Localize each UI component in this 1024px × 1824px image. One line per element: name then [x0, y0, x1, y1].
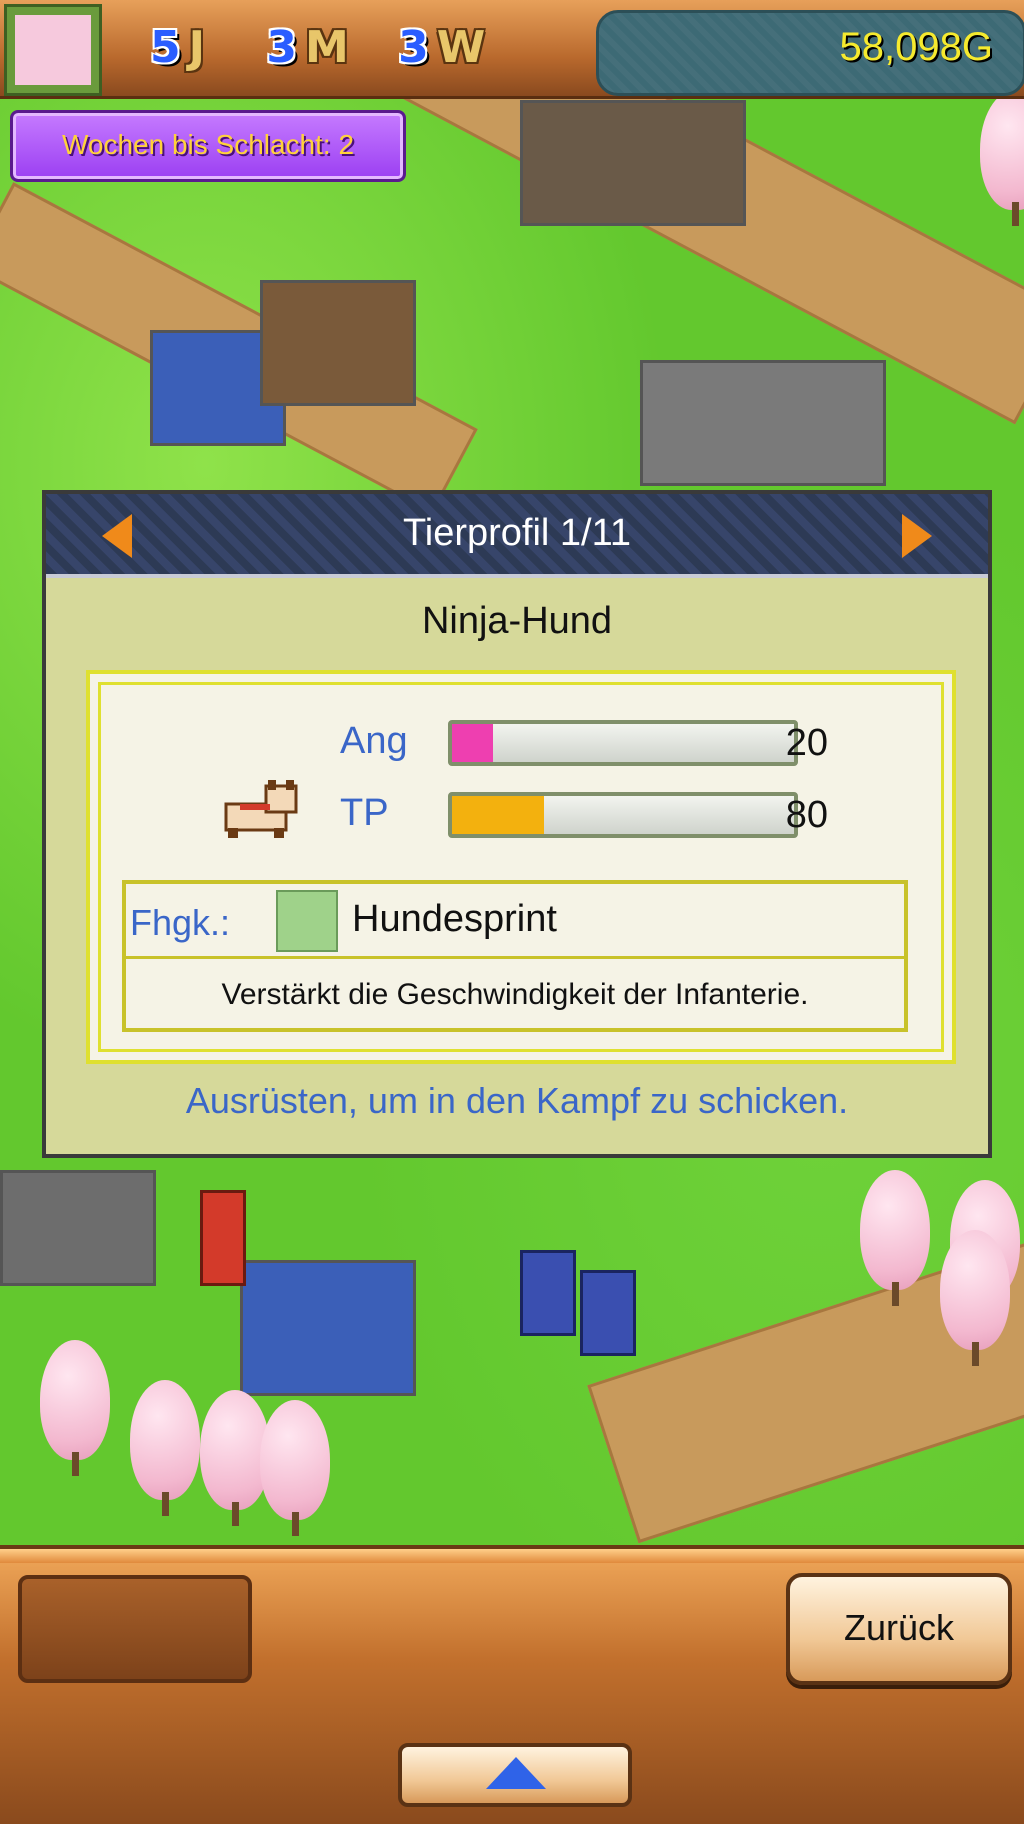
skill-name: Hundesprint: [352, 898, 557, 940]
year-number: 5: [150, 22, 181, 73]
gold-amount: 58,098G: [839, 25, 993, 69]
attack-label: Ang: [340, 720, 408, 762]
attack-value: 20: [785, 722, 828, 764]
skill-box: Fhgk.: Hundesprint Verstärkt die Geschwi…: [122, 880, 908, 1032]
building: [240, 1260, 416, 1396]
hp-value: 80: [785, 794, 828, 836]
building: [0, 1170, 156, 1286]
cherry-tree: [130, 1380, 200, 1516]
weeks-until-battle-banner: Wochen bis Schlacht: 2: [10, 110, 406, 182]
bottom-menu-bar: Zurück: [0, 1545, 1024, 1824]
empty-slot: [18, 1575, 252, 1683]
dialog-title: Tierprofil 1/11: [402, 512, 632, 554]
cherry-tree: [980, 90, 1024, 226]
week-number: 3: [398, 22, 429, 73]
skill-dog-icon: [276, 890, 338, 952]
animal-name: Ninja-Hund: [421, 600, 613, 642]
skill-row: Fhgk.: Hundesprint: [126, 884, 904, 959]
cherry-tree: [860, 1170, 930, 1306]
building: [640, 360, 886, 486]
hp-bar-fill: [452, 796, 545, 834]
year-unit: J: [188, 22, 205, 73]
villager: [580, 1270, 636, 1356]
mine-entrance: [520, 100, 746, 226]
month-unit: M: [304, 22, 349, 73]
villager: [520, 1250, 576, 1336]
cherry-tree: [940, 1230, 1010, 1366]
animal-profile-dialog: Tierprofil 1/11 Ninja-Hund Ang 20 TP 80 …: [42, 490, 992, 1158]
skill-label: Fhgk.:: [130, 902, 231, 943]
hp-label: TP: [340, 792, 389, 834]
expand-menu-button[interactable]: [398, 1743, 632, 1807]
dialog-header: Tierprofil 1/11: [46, 494, 988, 578]
cherry-tree: [40, 1340, 110, 1476]
attack-bar-fill: [452, 724, 494, 762]
date-display: 5J 3M 3W: [150, 22, 485, 74]
cherry-tree: [260, 1400, 330, 1536]
equip-hint: Ausrüsten, um in den Kampf zu schicken.: [185, 1080, 849, 1121]
next-arrow-icon[interactable]: [902, 514, 932, 558]
hp-bar: [448, 792, 798, 838]
month-number: 3: [266, 22, 297, 73]
gold-panel: 58,098G: [596, 10, 1024, 96]
building: [260, 280, 416, 406]
avatar[interactable]: [4, 4, 102, 96]
attack-bar: [448, 720, 798, 766]
top-status-bar: 5J 3M 3W 58,098G: [0, 0, 1024, 99]
villager: [200, 1190, 246, 1286]
up-arrow-icon: [486, 1757, 546, 1789]
dog-icon: [224, 780, 298, 838]
weeks-until-battle-text: Wochen bis Schlacht: 2: [61, 129, 355, 160]
week-unit: W: [436, 22, 486, 73]
skill-description: Verstärkt die Geschwindigkeit der Infant…: [221, 978, 809, 1011]
back-button[interactable]: Zurück: [786, 1573, 1012, 1685]
back-button-label: Zurück: [843, 1607, 955, 1648]
